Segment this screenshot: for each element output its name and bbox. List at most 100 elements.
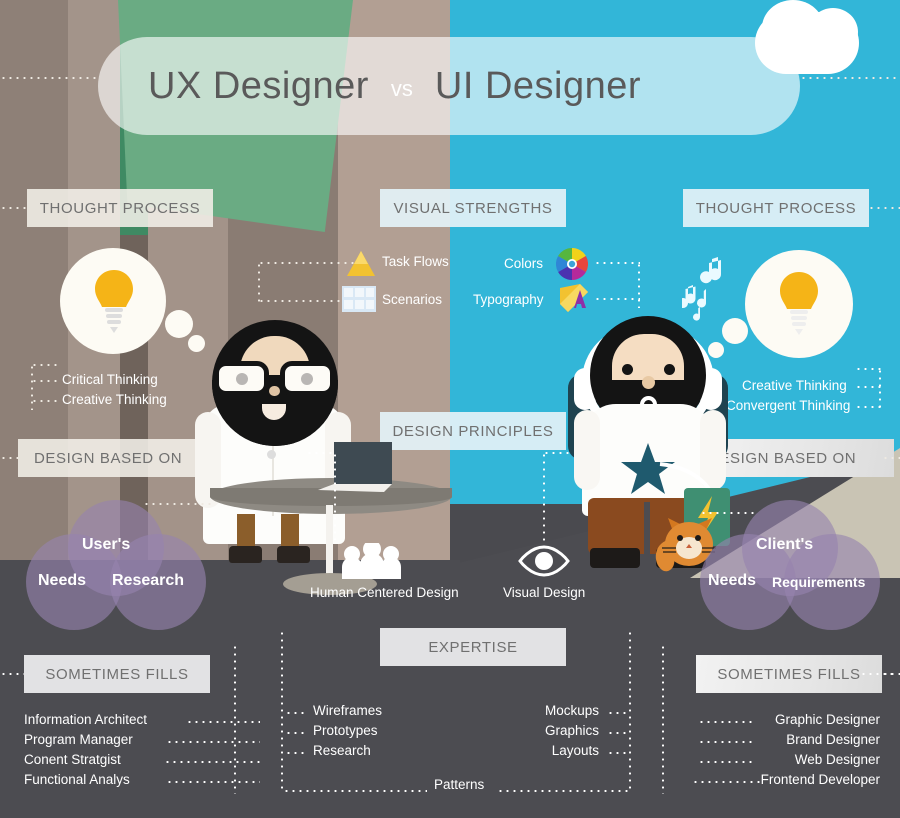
shared-expertise-label: Patterns bbox=[434, 777, 485, 792]
connector-line bbox=[31, 364, 33, 410]
connector-line bbox=[334, 452, 336, 540]
shoe-right bbox=[277, 546, 310, 563]
connector-line bbox=[800, 77, 900, 79]
storyboard-icon bbox=[342, 286, 376, 312]
infographic-canvas: UX Designer vs UI Designer THOUGHT PROCE… bbox=[0, 0, 900, 818]
shoe-left bbox=[590, 548, 640, 568]
ux-thinking-0: Critical Thinking bbox=[62, 372, 158, 387]
section-sometimes-fills-right: SOMETIMES FILLS bbox=[696, 655, 882, 693]
design-principle-label-right: Visual Design bbox=[503, 585, 586, 600]
color-wheel-icon bbox=[556, 248, 588, 280]
coat-button bbox=[267, 450, 276, 459]
connector-line bbox=[855, 406, 881, 408]
lightbulb-icon bbox=[95, 270, 133, 333]
ux-thinking-1: Creative Thinking bbox=[62, 392, 167, 407]
venn-label-top: User's bbox=[82, 536, 131, 553]
connector-line bbox=[31, 364, 57, 366]
connector-line bbox=[143, 503, 211, 505]
people-group-icon bbox=[342, 543, 401, 579]
connector-line bbox=[234, 644, 236, 794]
ui-role-3: Frontend Developer bbox=[760, 772, 880, 787]
title-ui: UI Designer bbox=[434, 64, 642, 107]
ux-role-1: Program Manager bbox=[24, 732, 133, 747]
pants-gap bbox=[644, 502, 650, 556]
ui-venn-diagram: Client's Needs Requirements bbox=[700, 500, 880, 630]
title-ux: UX Designer bbox=[148, 64, 369, 107]
nose bbox=[642, 376, 655, 389]
eye-right bbox=[301, 373, 313, 385]
venn-label-right: Requirements bbox=[772, 574, 866, 590]
ui-expertise-1: Graphics bbox=[544, 723, 599, 738]
cloud-icon bbox=[808, 8, 858, 56]
eye-right bbox=[664, 364, 675, 375]
section-visual-strengths: VISUAL STRENGTHS bbox=[380, 189, 566, 227]
ux-role-0: Information Architect bbox=[24, 712, 148, 727]
shoe-left bbox=[229, 546, 262, 563]
funnel-icon bbox=[347, 251, 375, 276]
connector-line bbox=[662, 644, 664, 794]
eye-icon bbox=[518, 545, 570, 577]
connector-line bbox=[543, 452, 571, 454]
ux-role-2: Conent Stratgist bbox=[24, 752, 121, 767]
connector-line bbox=[0, 207, 28, 209]
nose bbox=[269, 386, 280, 396]
connector-line bbox=[855, 368, 881, 370]
laptop-icon bbox=[318, 442, 392, 492]
connector-line bbox=[543, 452, 545, 544]
ux-expertise-0: Wireframes bbox=[313, 703, 383, 718]
connector-line bbox=[860, 673, 894, 675]
connector-line bbox=[258, 262, 260, 304]
glasses-bridge bbox=[269, 375, 280, 380]
venn-label-left: Needs bbox=[38, 572, 87, 589]
venn-label-top: Client's bbox=[756, 536, 814, 553]
type-tool-icon bbox=[560, 284, 588, 312]
lightbulb-icon bbox=[780, 272, 818, 335]
title-vs: vs bbox=[390, 76, 413, 101]
venn-label-left: Needs bbox=[708, 572, 757, 589]
leg-right bbox=[281, 514, 299, 550]
ui-role-0: Graphic Designer bbox=[774, 712, 880, 727]
section-sometimes-fills-left: SOMETIMES FILLS bbox=[24, 655, 210, 693]
vs-ux-label-1: Scenarios bbox=[382, 292, 443, 307]
ui-roles-list: Graphic Designer Brand Designer Web Desi… bbox=[640, 712, 880, 792]
section-expertise: EXPERTISE bbox=[380, 628, 566, 666]
connector-line bbox=[882, 457, 900, 459]
wall-panel-1 bbox=[0, 0, 68, 566]
connector-line bbox=[306, 452, 336, 454]
ui-thinking-1: Convergent Thinking bbox=[726, 398, 851, 413]
connector-line bbox=[281, 630, 283, 790]
connector-line bbox=[868, 207, 900, 209]
connector-line bbox=[594, 262, 640, 264]
ui-expertise-0: Mockups bbox=[544, 703, 599, 718]
connector-line bbox=[258, 262, 356, 264]
section-design-principles: DESIGN PRINCIPLES bbox=[380, 412, 566, 450]
ux-expertise-2: Research bbox=[313, 743, 371, 758]
ui-expertise-list: Mockups Graphics Layouts bbox=[505, 703, 629, 763]
ux-venn-diagram: User's Needs Research bbox=[26, 500, 206, 630]
connector-line bbox=[879, 368, 881, 410]
connector-line bbox=[638, 262, 640, 308]
ux-expertise-1: Prototypes bbox=[313, 723, 378, 738]
connector-line bbox=[283, 790, 427, 792]
vs-ux-label-0: Task Flows bbox=[382, 254, 449, 269]
section-thought-process-left: THOUGHT PROCESS bbox=[27, 189, 213, 227]
connector-line bbox=[0, 673, 24, 675]
venn-label-right: Research bbox=[112, 572, 185, 589]
connector-line bbox=[594, 298, 640, 300]
eye-left bbox=[236, 373, 248, 385]
connector-line bbox=[0, 457, 18, 459]
connector-line bbox=[700, 512, 758, 514]
ux-role-3: Functional Analys bbox=[24, 772, 130, 787]
connector-line bbox=[0, 77, 100, 79]
section-thought-process-right: THOUGHT PROCESS bbox=[683, 189, 869, 227]
connector-line bbox=[31, 400, 57, 402]
ui-thinking-0: Creative Thinking bbox=[742, 378, 847, 393]
ui-role-2: Web Designer bbox=[794, 752, 880, 767]
design-principle-label-left: Human Centered Design bbox=[310, 585, 459, 600]
ui-expertise-2: Layouts bbox=[551, 743, 599, 758]
vs-ui-label-0: Colors bbox=[504, 256, 544, 271]
connector-line bbox=[855, 386, 881, 388]
ui-role-1: Brand Designer bbox=[786, 732, 880, 747]
connector-line bbox=[497, 790, 629, 792]
arm-left bbox=[574, 410, 600, 490]
